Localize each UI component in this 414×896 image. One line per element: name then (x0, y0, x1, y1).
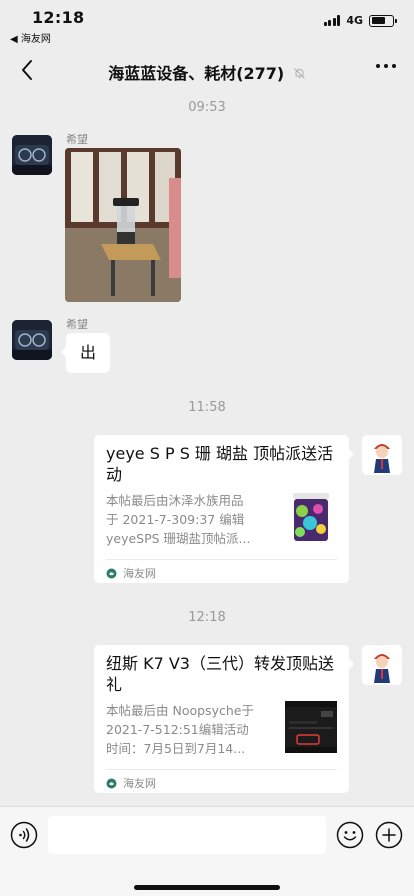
divider (106, 559, 337, 560)
chat-header: 海蓝蓝设备、耗材(277) (0, 46, 414, 94)
text-message[interactable]: 出 (60, 333, 111, 373)
input-bar (0, 806, 414, 896)
source-logo-icon (106, 778, 117, 788)
emoji-icon[interactable] (336, 821, 364, 849)
signal-icon (323, 15, 341, 26)
card-desc-line: 2021-7-512:51编辑活动 (106, 722, 249, 737)
card-desc-line: 于 2021-7-309:37 编辑 (106, 512, 245, 527)
sender-name: 希望 (66, 318, 88, 331)
card-title: 纽斯 K7 V3（三代）转发顶贴送礼 (106, 654, 334, 694)
card-description: 本帖最后由 Noopsyche于 2021-7-512:51编辑活动 时间：7月… (106, 701, 276, 758)
card-source: 海友网 (106, 565, 156, 581)
battery-level (371, 17, 385, 24)
home-indicator[interactable] (134, 885, 280, 890)
sender-name: 希望 (66, 133, 88, 146)
card-thumbnail (285, 701, 337, 753)
timestamp: 11:58 (188, 400, 226, 415)
card-title: yeye S P S 珊 瑚盐 顶帖派送活动 (106, 444, 334, 484)
avatar[interactable] (12, 320, 52, 360)
avatar[interactable] (12, 135, 52, 175)
status-time: 12:18 (32, 8, 85, 27)
card-source: 海友网 (106, 775, 156, 791)
status-indicators: 4G (323, 14, 397, 27)
card-desc-line: yeyeSPS 珊瑚盐顶帖派... (106, 531, 251, 546)
source-logo-icon (106, 568, 117, 578)
image-message[interactable] (65, 148, 181, 302)
network-type: 4G (346, 14, 363, 27)
divider (106, 769, 337, 770)
back-to-app-link[interactable]: ◀ 海友网 (10, 30, 51, 45)
chat-title-wrap: 海蓝蓝设备、耗材(277) (70, 60, 344, 84)
message-input[interactable] (48, 816, 326, 854)
bell-off-icon (293, 65, 306, 84)
card-source-name: 海友网 (123, 567, 156, 580)
card-desc-line: 本帖最后由沐泽水族用品 (106, 493, 244, 508)
status-bar: 12:18 ◀ 海友网 4G (0, 0, 414, 46)
battery-icon (369, 14, 397, 27)
chevron-left-icon[interactable] (14, 56, 42, 84)
link-card[interactable]: yeye S P S 珊 瑚盐 顶帖派送活动 本帖最后由沐泽水族用品 于 202… (94, 435, 354, 583)
card-source-name: 海友网 (123, 777, 156, 790)
card-desc-line: 时间：7月5日到7月14... (106, 741, 246, 756)
link-card[interactable]: 纽斯 K7 V3（三代）转发顶贴送礼 本帖最后由 Noopsyche于 2021… (94, 645, 354, 793)
card-desc-line: 本帖最后由 Noopsyche于 (106, 703, 254, 718)
timestamp: 09:53 (188, 100, 226, 115)
chat-title: 海蓝蓝设备、耗材(277) (108, 64, 285, 83)
more-dots-icon[interactable] (376, 64, 396, 68)
card-description: 本帖最后由沐泽水族用品 于 2021-7-309:37 编辑 yeyeSPS 珊… (106, 491, 276, 548)
avatar[interactable] (362, 435, 402, 475)
timestamp: 12:18 (188, 610, 226, 625)
card-thumbnail (285, 491, 337, 543)
voice-icon[interactable] (10, 821, 38, 849)
plus-icon[interactable] (375, 821, 403, 849)
avatar[interactable] (362, 645, 402, 685)
